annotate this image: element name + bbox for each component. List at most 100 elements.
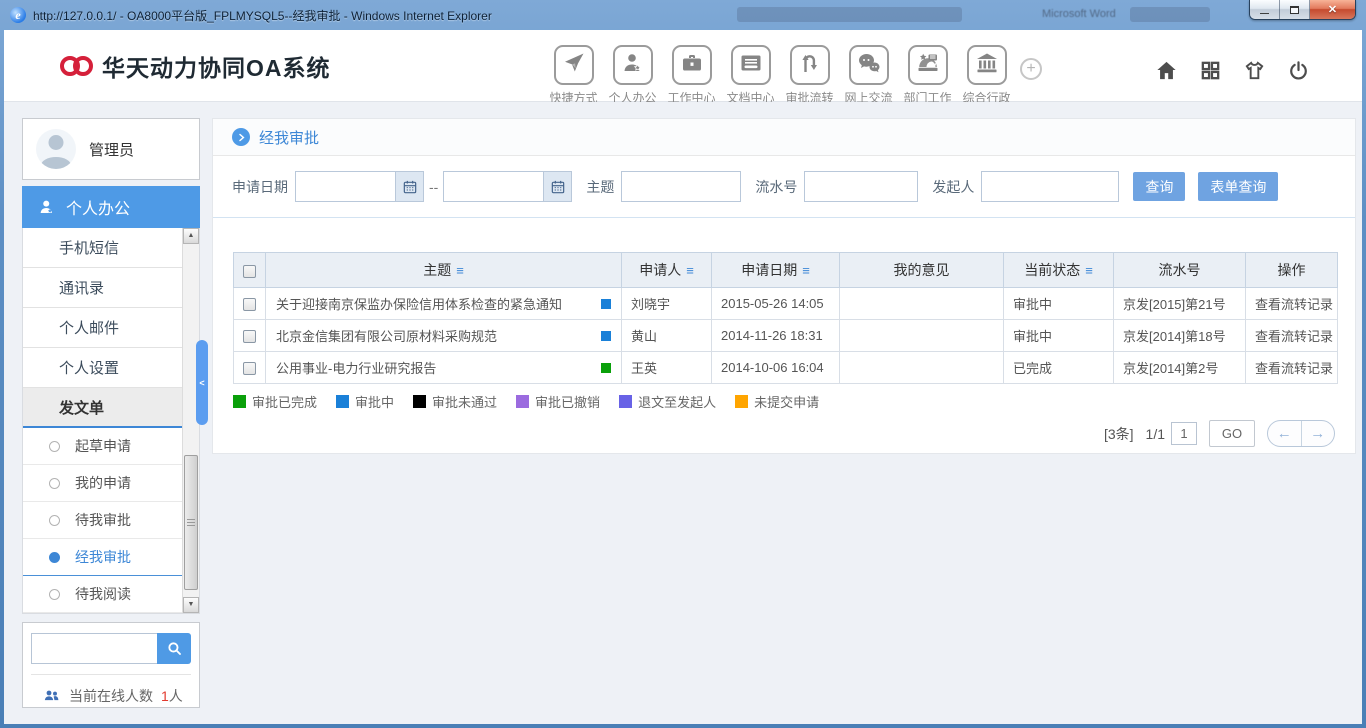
column-header[interactable]: 我的意见≡	[840, 253, 1004, 288]
top-nav-item[interactable]: 个人办公	[603, 45, 662, 106]
column-header[interactable]: 当前状态≡	[1004, 253, 1114, 288]
briefcase-icon	[680, 51, 704, 80]
ie-window: e http://127.0.0.1/ - OA8000平台版_FPLMYSQL…	[0, 0, 1366, 728]
view-flow-record-link[interactable]: 查看流转记录	[1246, 352, 1338, 384]
row-checkbox[interactable]	[243, 298, 256, 311]
sort-icon[interactable]: ≡	[1085, 263, 1093, 278]
logout-power-icon[interactable]	[1287, 59, 1310, 87]
background-window-blur	[737, 7, 962, 22]
sort-icon[interactable]: ≡	[686, 263, 694, 278]
sidebar-search-input[interactable]	[31, 633, 157, 664]
prev-page-icon[interactable]: ←	[1268, 421, 1302, 446]
sidebar-menu-item[interactable]: 通讯录	[23, 268, 182, 308]
apply-date-cell: 2014-11-26 18:31	[712, 320, 840, 352]
subject-filter-input[interactable]	[621, 171, 741, 202]
serial-cell: 京发[2014]第2号	[1114, 352, 1246, 384]
calendar-icon[interactable]	[543, 171, 572, 202]
sidebar-submenu-item[interactable]: 我的申请	[23, 465, 182, 502]
background-window-blur	[1130, 7, 1210, 22]
subject-link[interactable]: 北京金信集团有限公司原材料采购规范	[276, 326, 497, 345]
table-row: 北京金信集团有限公司原材料采购规范 黄山 2014-11-26 18:31 审批…	[234, 320, 1338, 352]
top-nav-item[interactable]: 文档中心	[721, 45, 780, 106]
ie-logo-icon: e	[10, 7, 26, 23]
table-row: 公用事业-电力行业研究报告 王英 2014-10-06 16:04 已完成 京发…	[234, 352, 1338, 384]
date-to-input[interactable]	[443, 171, 543, 202]
top-nav: 快捷方式 个人办公 工作中心 文档中心 审批流转	[544, 45, 1016, 106]
sidebar-search-button[interactable]	[157, 633, 191, 664]
top-nav-item[interactable]: 综合行政	[957, 45, 1016, 106]
legend-item: 退文至发起人	[619, 392, 716, 411]
sidebar-section-personal-office[interactable]: 个人办公	[22, 186, 200, 228]
title-bar: e http://127.0.0.1/ - OA8000平台版_FPLMYSQL…	[0, 0, 1366, 30]
sidebar-menu-item[interactable]: 发文单	[23, 388, 182, 428]
radio-bullet-icon	[49, 552, 60, 563]
sidebar-submenu-item[interactable]: 待我审批	[23, 502, 182, 539]
top-nav-item[interactable]: 网上交流	[839, 45, 898, 106]
sidebar-submenu-item[interactable]: 待我阅读	[23, 576, 182, 613]
top-nav-item[interactable]: 快捷方式	[544, 45, 603, 106]
form-search-button[interactable]: 表单查询	[1198, 172, 1278, 201]
close-button[interactable]: ✕	[1310, 0, 1355, 19]
initiator-filter-input[interactable]	[981, 171, 1119, 202]
calendar-icon[interactable]	[395, 171, 424, 202]
search-button[interactable]: 查询	[1133, 172, 1185, 201]
view-flow-record-link[interactable]: 查看流转记录	[1246, 320, 1338, 352]
row-checkbox[interactable]	[243, 362, 256, 375]
view-flow-record-link[interactable]: 查看流转记录	[1246, 288, 1338, 320]
top-nav-item[interactable]: 审批流转	[780, 45, 839, 106]
building-star-icon	[916, 51, 940, 80]
legend-color-icon	[336, 395, 349, 408]
add-module-button[interactable]: +	[1020, 58, 1042, 80]
theme-shirt-icon[interactable]	[1243, 59, 1266, 87]
serial-filter-input[interactable]	[804, 171, 918, 202]
column-header[interactable]: 流水号≡	[1114, 253, 1246, 288]
page-number-input[interactable]	[1171, 422, 1197, 445]
legend-item: 审批未通过	[413, 392, 497, 411]
next-page-icon[interactable]: →	[1302, 421, 1335, 446]
column-header[interactable]: 申请日期≡	[712, 253, 840, 288]
inbox-icon	[739, 51, 763, 80]
column-header[interactable]: 主题≡	[266, 253, 622, 288]
radio-bullet-icon	[49, 478, 60, 489]
subject-link[interactable]: 关于迎接南京保监办保险信用体系检查的紧急通知	[276, 294, 562, 313]
top-nav-item[interactable]: 部门工作	[898, 45, 957, 106]
person-star-icon	[621, 51, 645, 80]
subject-link[interactable]: 公用事业-电力行业研究报告	[276, 358, 436, 377]
scroll-down-icon[interactable]: ▼	[183, 597, 199, 613]
page-info: 1/1	[1146, 426, 1165, 442]
sidebar-menu-item[interactable]: 个人设置	[23, 348, 182, 388]
applicant-cell: 王英	[622, 352, 712, 384]
sidebar-submenu-item[interactable]: 起草申请	[23, 428, 182, 465]
status-square-icon	[601, 299, 611, 309]
header-quick-icons	[1155, 59, 1310, 87]
minimize-button[interactable]: —	[1250, 0, 1280, 19]
scroll-up-icon[interactable]: ▲	[183, 228, 199, 244]
scrollbar-thumb[interactable]	[184, 455, 198, 590]
legend-item: 审批已撤销	[516, 392, 600, 411]
sidebar-submenu-item[interactable]: 经我审批	[23, 539, 182, 576]
window-controls: — ✕	[1249, 0, 1356, 20]
sort-icon[interactable]: ≡	[456, 263, 464, 278]
user-avatar	[36, 129, 76, 169]
maximize-button[interactable]	[1280, 0, 1310, 19]
row-checkbox[interactable]	[243, 330, 256, 343]
radio-bullet-icon	[49, 589, 60, 600]
go-button[interactable]: GO	[1209, 420, 1255, 447]
my-opinion-cell	[840, 320, 1004, 352]
legend-color-icon	[619, 395, 632, 408]
sort-icon[interactable]: ≡	[802, 263, 810, 278]
sidebar-collapse-handle[interactable]: <	[196, 340, 208, 425]
top-nav-item[interactable]: 工作中心	[662, 45, 721, 106]
select-all-checkbox[interactable]	[243, 265, 256, 278]
maximize-icon	[1290, 6, 1299, 14]
column-header[interactable]: 操作≡	[1246, 253, 1338, 288]
app-grid-icon[interactable]	[1199, 59, 1222, 87]
serial-cell: 京发[2014]第18号	[1114, 320, 1246, 352]
column-header[interactable]: 申请人≡	[622, 253, 712, 288]
sidebar-menu-item[interactable]: 手机短信	[23, 228, 182, 268]
main-panel: 经我审批 申请日期 --	[212, 118, 1356, 454]
sidebar-menu-item[interactable]: 个人邮件	[23, 308, 182, 348]
user-name: 管理员	[89, 139, 134, 160]
date-from-input[interactable]	[295, 171, 395, 202]
home-icon[interactable]	[1155, 59, 1178, 87]
